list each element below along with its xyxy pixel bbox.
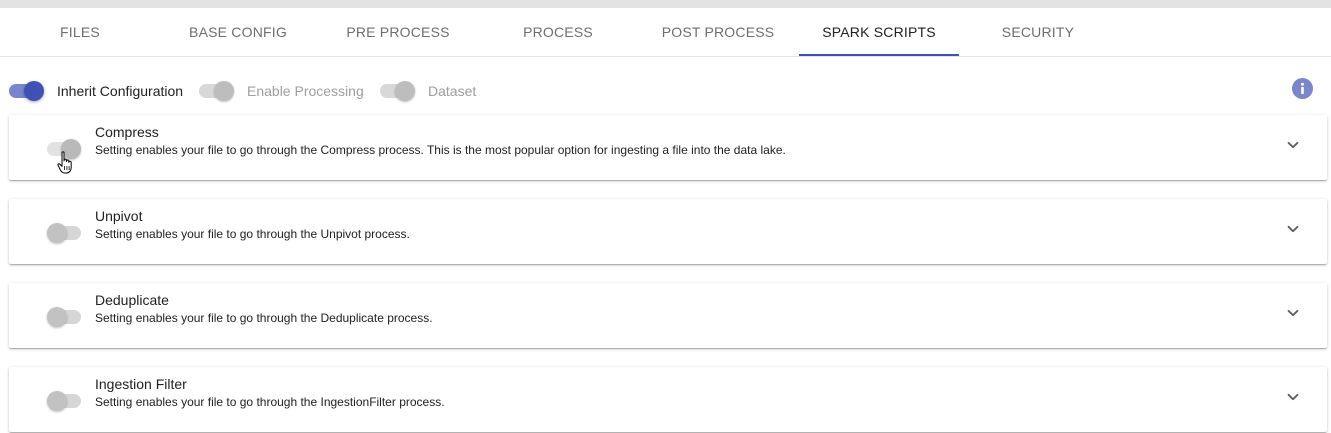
panel-description: Setting enables your file to go through … [95,227,410,241]
deduplicate-panel[interactable]: Deduplicate Setting enables your file to… [9,283,1327,348]
inherit-configuration-switch[interactable] [9,78,45,104]
ingestion-filter-panel[interactable]: Ingestion Filter Setting enables your fi… [9,367,1327,432]
tab-process[interactable]: PROCESS [478,8,638,56]
switch-thumb [395,81,415,101]
switch-thumb [47,223,67,243]
dataset-switch[interactable] [380,78,416,104]
enable-processing-switch[interactable] [199,78,235,104]
panel-description: Setting enables your file to go through … [95,395,445,409]
active-tab-indicator [799,54,959,56]
compress-panel[interactable]: Compress Setting enables your file to go… [9,115,1327,180]
switch-thumb [61,139,81,159]
info-icon[interactable] [1292,78,1313,99]
inherit-configuration-label: Inherit Configuration [57,83,184,99]
switch-thumb [24,81,44,101]
enable-processing-label: Enable Processing [247,83,364,99]
tab-security[interactable]: SECURITY [958,8,1118,56]
panel-title: Compress [95,124,159,140]
chevron-down-icon[interactable] [1285,389,1301,405]
top-strip [0,0,1331,8]
chevron-down-icon[interactable] [1285,305,1301,321]
dataset-label: Dataset [428,83,477,99]
config-toggle-row: Inherit Configuration Enable Processing … [0,78,1331,104]
panel-description: Setting enables your file to go through … [95,311,433,325]
panel-title: Ingestion Filter [95,376,187,392]
chevron-down-icon[interactable] [1285,221,1301,237]
deduplicate-switch[interactable] [47,307,83,327]
unpivot-switch[interactable] [47,223,83,243]
ingestion-filter-switch[interactable] [47,391,83,411]
tab-files[interactable]: FILES [0,8,160,56]
tab-spark-scripts[interactable]: SPARK SCRIPTS [799,8,959,56]
tab-bar: FILES BASE CONFIG PRE PROCESS PROCESS PO… [0,8,1331,57]
switch-thumb [47,307,67,327]
tab-post-process[interactable]: POST PROCESS [638,8,798,56]
tab-pre-process[interactable]: PRE PROCESS [318,8,478,56]
unpivot-panel[interactable]: Unpivot Setting enables your file to go … [9,199,1327,264]
compress-switch[interactable] [47,139,83,159]
chevron-down-icon[interactable] [1285,137,1301,153]
tab-base-config[interactable]: BASE CONFIG [158,8,318,56]
panel-description: Setting enables your file to go through … [95,143,786,157]
switch-thumb [214,81,234,101]
switch-thumb [47,391,67,411]
panel-title: Deduplicate [95,292,169,308]
panel-title: Unpivot [95,208,143,224]
